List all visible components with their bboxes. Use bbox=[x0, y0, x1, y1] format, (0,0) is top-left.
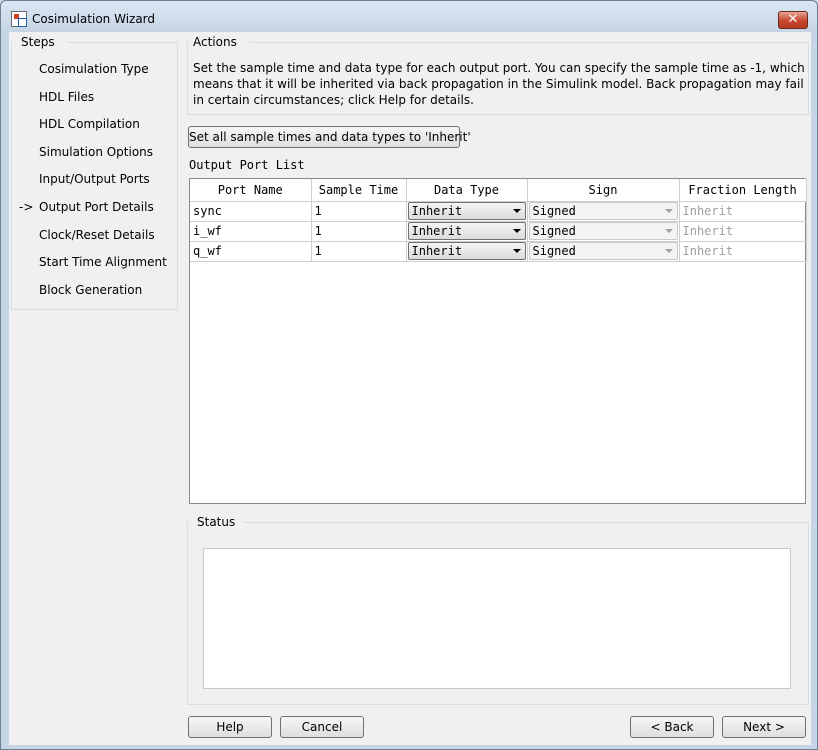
sign-dropdown: Signed bbox=[528, 202, 678, 220]
wizard-client-area: Steps Cosimulation Type HDL Files HDL Comp… bbox=[9, 32, 811, 745]
help-button[interactable]: Help bbox=[188, 716, 272, 738]
title-bar[interactable]: Cosimulation Wizard ✕ bbox=[1, 1, 817, 33]
step-label: Start Time Alignment bbox=[39, 255, 167, 269]
column-header-data-type[interactable]: Data Type bbox=[406, 179, 528, 202]
status-label: Status bbox=[197, 515, 236, 529]
sign-cell: Signed bbox=[527, 241, 680, 262]
step-item-clock-reset-details[interactable]: Clock/Reset Details bbox=[19, 228, 155, 246]
column-header-fraction-length[interactable]: Fraction Length bbox=[679, 179, 807, 202]
fraction-length-cell muted: Inherit bbox=[679, 221, 807, 242]
table-header-row: Port Name Sample Time Data Type Sign Fra… bbox=[190, 179, 807, 202]
dropdown-arrow-icon bbox=[512, 249, 521, 253]
close-button[interactable]: ✕ bbox=[778, 11, 808, 29]
data-type-value: Inherit bbox=[411, 224, 463, 238]
dropdown-arrow-icon bbox=[664, 229, 673, 233]
port-name-cell: q_wf bbox=[190, 241, 312, 262]
dropdown-arrow-icon bbox=[664, 249, 673, 253]
step-item-hdl-compilation[interactable]: HDL Compilation bbox=[19, 117, 140, 135]
status-text-area[interactable] bbox=[203, 548, 791, 689]
fraction-length-cell muted: Inherit bbox=[679, 201, 807, 222]
port-name-cell: i_wf bbox=[190, 221, 312, 242]
cosimulation-wizard-window: Cosimulation Wizard ✕ Steps Cosimulation… bbox=[0, 0, 818, 750]
step-item-output-port-details[interactable]: -> Output Port Details bbox=[19, 200, 154, 218]
step-label: Cosimulation Type bbox=[39, 62, 149, 76]
step-label: Output Port Details bbox=[39, 200, 154, 214]
column-header-port-name[interactable]: Port Name bbox=[190, 179, 312, 202]
port-name-cell: sync bbox=[190, 201, 312, 222]
step-label: HDL Files bbox=[39, 90, 95, 104]
sign-value: Signed bbox=[532, 244, 576, 258]
actions-description: Set the sample time and data type for ea… bbox=[193, 61, 805, 107]
app-icon bbox=[11, 11, 27, 27]
actions-label: Actions bbox=[193, 35, 237, 49]
dropdown-arrow-icon bbox=[512, 209, 521, 213]
column-header-sample-time[interactable]: Sample Time bbox=[311, 179, 407, 202]
data-type-dropdown[interactable]: Inherit bbox=[407, 222, 526, 240]
dropdown-arrow-icon bbox=[512, 229, 521, 233]
back-button[interactable]: < Back bbox=[630, 716, 714, 738]
data-type-dropdown[interactable]: Inherit bbox=[407, 202, 526, 220]
sign-dropdown: Signed bbox=[528, 242, 678, 260]
step-label: HDL Compilation bbox=[39, 117, 140, 131]
sign-value: Signed bbox=[532, 204, 576, 218]
step-item-input-output-ports[interactable]: Input/Output Ports bbox=[19, 172, 150, 190]
current-step-marker: -> bbox=[19, 200, 34, 214]
data-type-value: Inherit bbox=[411, 244, 463, 258]
step-label: Clock/Reset Details bbox=[39, 228, 155, 242]
output-port-table: Port Name Sample Time Data Type Sign Fra… bbox=[189, 178, 807, 504]
step-label: Simulation Options bbox=[39, 145, 154, 159]
sign-value: Signed bbox=[532, 224, 576, 238]
next-button[interactable]: Next > bbox=[722, 716, 806, 738]
window-title: Cosimulation Wizard bbox=[32, 12, 156, 26]
step-label: Block Generation bbox=[39, 283, 143, 297]
sample-time-cell[interactable]: 1 bbox=[311, 201, 407, 222]
data-type-cell: Inherit bbox=[406, 221, 528, 242]
step-item-cosimulation-type[interactable]: Cosimulation Type bbox=[19, 62, 149, 80]
step-item-start-time-alignment[interactable]: Start Time Alignment bbox=[19, 255, 167, 273]
sign-dropdown: Signed bbox=[528, 222, 678, 240]
sign-cell: Signed bbox=[527, 221, 680, 242]
step-item-block-generation[interactable]: Block Generation bbox=[19, 283, 142, 301]
data-type-cell: Inherit bbox=[406, 241, 528, 262]
column-header-sign[interactable]: Sign bbox=[527, 179, 680, 202]
step-item-simulation-options[interactable]: Simulation Options bbox=[19, 145, 153, 163]
set-all-inherit-button[interactable]: Set all sample times and data types to '… bbox=[188, 126, 471, 148]
fraction-length-cell muted: Inherit bbox=[679, 241, 807, 262]
data-type-dropdown[interactable]: Inherit bbox=[407, 242, 526, 260]
data-type-value: Inherit bbox=[411, 204, 463, 218]
cancel-button[interactable]: Cancel bbox=[280, 716, 364, 738]
dropdown-arrow-icon bbox=[664, 209, 673, 213]
table-row: q_wf 1 Inherit Signed Inherit bbox=[190, 241, 807, 262]
step-label: Input/Output Ports bbox=[39, 172, 150, 186]
table-row: i_wf 1 Inherit Signed Inherit bbox=[190, 221, 807, 242]
sample-time-cell[interactable]: 1 bbox=[311, 241, 407, 262]
output-port-list-label: Output Port List bbox=[189, 158, 305, 172]
table-row: sync 1 Inherit Signed Inherit bbox=[190, 201, 807, 222]
steps-label: Steps bbox=[21, 35, 55, 49]
step-item-hdl-files[interactable]: HDL Files bbox=[19, 90, 94, 108]
data-type-cell: Inherit bbox=[406, 201, 528, 222]
sample-time-cell[interactable]: 1 bbox=[311, 221, 407, 242]
sign-cell: Signed bbox=[527, 201, 680, 222]
